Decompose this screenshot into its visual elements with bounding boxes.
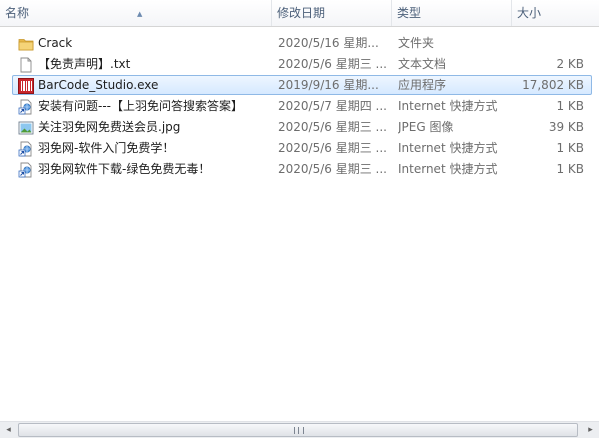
internet-shortcut-icon	[18, 162, 34, 178]
file-row[interactable]: Crack 2020/5/16 星期... 文件夹	[0, 33, 599, 54]
column-header-bar: 名称 ▲ 修改日期 类型 大小	[0, 0, 599, 27]
file-type: 应用程序	[398, 78, 447, 92]
file-size: 17,802 KB	[522, 78, 584, 92]
file-name: 关注羽免网免费送会员.jpg	[38, 120, 181, 134]
file-row[interactable]: 安装有问题---【上羽免问答搜索答案】 2020/5/7 星期四 ... Inter…	[0, 96, 599, 117]
image-file-icon	[18, 120, 34, 136]
file-date: 2020/5/6 星期三 ...	[278, 141, 386, 155]
column-header-name-label: 名称	[5, 6, 30, 20]
sort-ascending-icon: ▲	[137, 10, 143, 18]
file-date: 2019/9/16 星期...	[278, 78, 379, 92]
file-size	[512, 33, 584, 54]
internet-shortcut-icon	[18, 141, 34, 157]
barcode-app-icon	[18, 78, 34, 94]
file-size: 1 KB	[556, 141, 584, 155]
file-list: Crack 2020/5/16 星期... 文件夹【免责声明】.txt 2020/5/…	[0, 33, 599, 180]
column-header-size[interactable]: 大小	[512, 0, 599, 26]
file-name: 羽免网-软件入门免费学！	[38, 141, 175, 155]
file-row[interactable]: 羽免网软件下载-绿色免费无毒！ 2020/5/6 星期三 ... Internet …	[0, 159, 599, 180]
column-header-name[interactable]: 名称 ▲	[0, 0, 272, 26]
file-type: 文本文档	[398, 57, 447, 71]
folder-icon	[18, 36, 34, 52]
scroll-right-icon: ▸	[588, 425, 593, 435]
file-row[interactable]: 关注羽免网免费送会员.jpg 2020/5/6 星期三 ... JPEG 图像 39 …	[0, 117, 599, 138]
file-size: 1 KB	[556, 99, 584, 113]
scrollbar-grip-icon	[294, 427, 304, 434]
file-row[interactable]: BarCode_Studio.exe 2019/9/16 星期... 应用程序 17,…	[0, 75, 599, 96]
file-name: Crack	[38, 36, 73, 50]
file-name: 安装有问题---【上羽免问答搜索答案】	[38, 99, 243, 113]
file-type: Internet 快捷方式	[398, 141, 498, 155]
column-header-type-label: 类型	[397, 6, 422, 20]
file-name: 羽免网软件下载-绿色免费无毒！	[38, 162, 211, 176]
file-row[interactable]: 羽免网-软件入门免费学！ 2020/5/6 星期三 ... Internet 快捷方…	[0, 138, 599, 159]
file-type: Internet 快捷方式	[398, 162, 498, 176]
column-header-date-label: 修改日期	[277, 6, 326, 20]
column-header-date[interactable]: 修改日期	[272, 0, 392, 26]
file-row[interactable]: 【免责声明】.txt 2020/5/6 星期三 ... 文本文档 2 KB	[0, 54, 599, 75]
file-type: 文件夹	[398, 36, 435, 50]
scroll-left-button[interactable]: ◂	[0, 422, 17, 438]
column-header-size-label: 大小	[517, 6, 542, 20]
file-date: 2020/5/6 星期三 ...	[278, 57, 386, 71]
file-size: 39 KB	[548, 120, 584, 134]
file-date: 2020/5/16 星期...	[278, 36, 379, 50]
internet-shortcut-icon	[18, 99, 34, 115]
scrollbar-thumb[interactable]	[18, 423, 578, 437]
column-header-type[interactable]: 类型	[392, 0, 512, 26]
horizontal-scrollbar[interactable]: ◂ ▸	[0, 421, 599, 438]
file-size: 1 KB	[556, 162, 584, 176]
file-name: BarCode_Studio.exe	[38, 78, 159, 92]
file-type: Internet 快捷方式	[398, 99, 498, 113]
file-size: 2 KB	[556, 57, 584, 71]
file-name: 【免责声明】.txt	[38, 57, 131, 71]
file-type: JPEG 图像	[398, 120, 454, 134]
file-date: 2020/5/6 星期三 ...	[278, 162, 386, 176]
file-date: 2020/5/6 星期三 ...	[278, 120, 386, 134]
text-file-icon	[18, 57, 34, 73]
file-date: 2020/5/7 星期四 ...	[278, 99, 386, 113]
scroll-right-button[interactable]: ▸	[582, 422, 599, 438]
scroll-left-icon: ◂	[6, 425, 11, 435]
